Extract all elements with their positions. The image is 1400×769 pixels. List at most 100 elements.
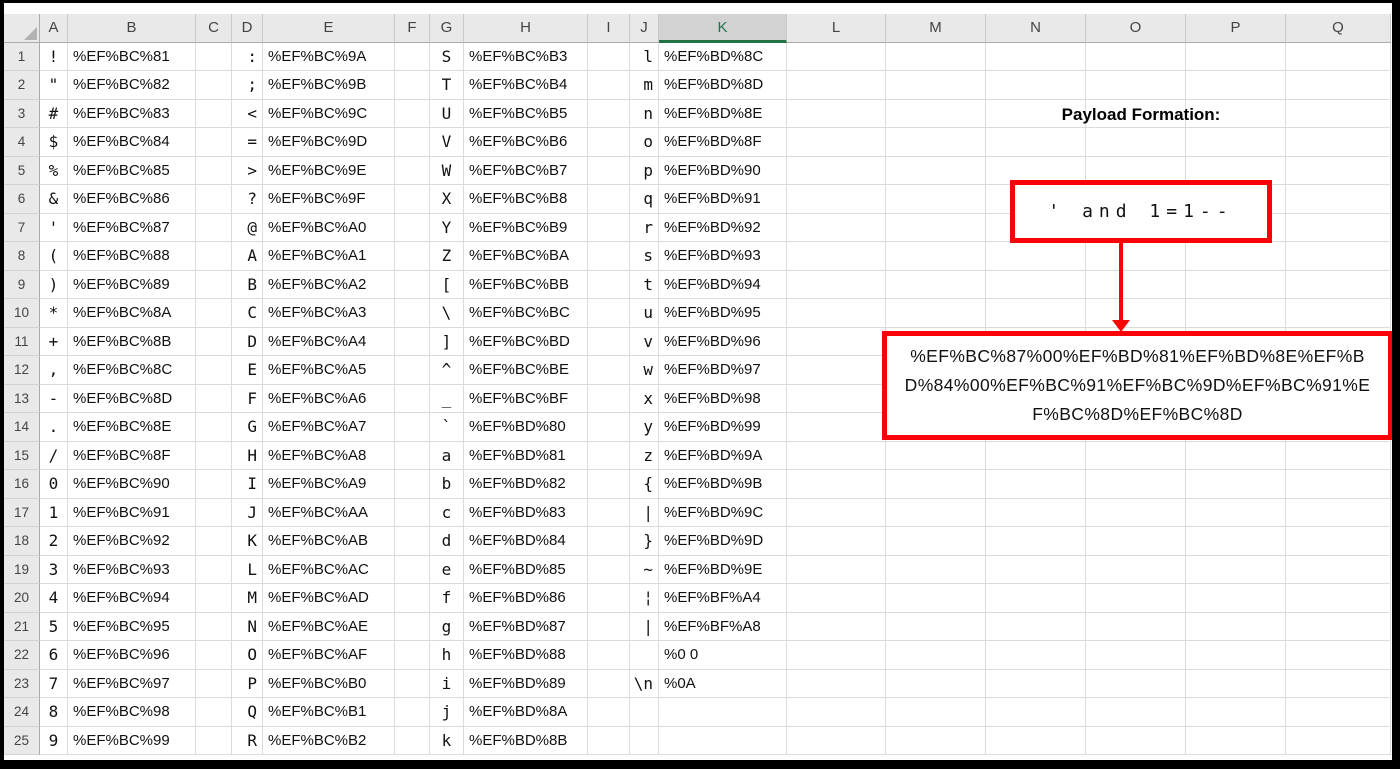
cell-E17[interactable]: %EF%BC%AA [263, 498, 395, 527]
cell-M8[interactable] [886, 242, 986, 271]
cell-M20[interactable] [886, 584, 986, 613]
cell-B25[interactable]: %EF%BC%99 [68, 726, 196, 755]
column-header-L[interactable]: L [787, 14, 886, 43]
cell-N25[interactable] [986, 726, 1086, 755]
cell-D3[interactable]: < [232, 99, 263, 128]
cell-L10[interactable] [787, 299, 886, 328]
cell-Q7[interactable] [1286, 213, 1391, 242]
cell-C12[interactable] [196, 356, 232, 385]
cell-J11[interactable]: v [630, 327, 659, 356]
cell-F9[interactable] [395, 270, 430, 299]
cell-J20[interactable]: ¦ [630, 584, 659, 613]
cell-C9[interactable] [196, 270, 232, 299]
cell-L23[interactable] [787, 669, 886, 698]
cell-F12[interactable] [395, 356, 430, 385]
cell-M9[interactable] [886, 270, 986, 299]
cell-J25[interactable] [630, 726, 659, 755]
cell-A11[interactable]: + [40, 327, 68, 356]
cell-J10[interactable]: u [630, 299, 659, 328]
row-header-10[interactable]: 10 [4, 299, 40, 328]
cell-K13[interactable]: %EF%BD%98 [659, 384, 787, 413]
cell-I12[interactable] [588, 356, 630, 385]
cell-D20[interactable]: M [232, 584, 263, 613]
cell-M23[interactable] [886, 669, 986, 698]
cell-G19[interactable]: e [430, 555, 464, 584]
cell-E15[interactable]: %EF%BC%A8 [263, 441, 395, 470]
cell-E20[interactable]: %EF%BC%AD [263, 584, 395, 613]
cell-C24[interactable] [196, 698, 232, 727]
cell-P16[interactable] [1186, 470, 1286, 499]
row-header-25[interactable]: 25 [4, 726, 40, 755]
cell-O18[interactable] [1086, 527, 1186, 556]
cell-J17[interactable]: | [630, 498, 659, 527]
cell-C5[interactable] [196, 156, 232, 185]
column-header-K[interactable]: K [659, 14, 787, 43]
cell-C17[interactable] [196, 498, 232, 527]
cell-Q19[interactable] [1286, 555, 1391, 584]
cell-I25[interactable] [588, 726, 630, 755]
cell-H5[interactable]: %EF%BC%B7 [464, 156, 588, 185]
cell-L20[interactable] [787, 584, 886, 613]
cell-L6[interactable] [787, 185, 886, 214]
column-header-O[interactable]: O [1086, 14, 1186, 43]
cell-E9[interactable]: %EF%BC%A2 [263, 270, 395, 299]
cell-N9[interactable] [986, 270, 1086, 299]
cell-B15[interactable]: %EF%BC%8F [68, 441, 196, 470]
cell-O17[interactable] [1086, 498, 1186, 527]
cell-E19[interactable]: %EF%BC%AC [263, 555, 395, 584]
cell-P8[interactable] [1186, 242, 1286, 271]
column-header-Q[interactable]: Q [1286, 14, 1391, 43]
cell-A19[interactable]: 3 [40, 555, 68, 584]
cell-F24[interactable] [395, 698, 430, 727]
cell-I17[interactable] [588, 498, 630, 527]
cell-E4[interactable]: %EF%BC%9D [263, 128, 395, 157]
cell-K1[interactable]: %EF%BD%8C [659, 42, 787, 71]
cell-O21[interactable] [1086, 612, 1186, 641]
cell-I16[interactable] [588, 470, 630, 499]
row-header-23[interactable]: 23 [4, 669, 40, 698]
cell-G8[interactable]: Z [430, 242, 464, 271]
cell-K15[interactable]: %EF%BD%9A [659, 441, 787, 470]
cell-C4[interactable] [196, 128, 232, 157]
cell-M18[interactable] [886, 527, 986, 556]
row-header-12[interactable]: 12 [4, 356, 40, 385]
cell-G18[interactable]: d [430, 527, 464, 556]
row-header-2[interactable]: 2 [4, 71, 40, 100]
cell-Q5[interactable] [1286, 156, 1391, 185]
cell-E1[interactable]: %EF%BC%9A [263, 42, 395, 71]
cell-B23[interactable]: %EF%BC%97 [68, 669, 196, 698]
cell-A15[interactable]: / [40, 441, 68, 470]
cell-N21[interactable] [986, 612, 1086, 641]
cell-F1[interactable] [395, 42, 430, 71]
cell-E11[interactable]: %EF%BC%A4 [263, 327, 395, 356]
cell-Q17[interactable] [1286, 498, 1391, 527]
cell-B18[interactable]: %EF%BC%92 [68, 527, 196, 556]
cell-A25[interactable]: 9 [40, 726, 68, 755]
cell-F13[interactable] [395, 384, 430, 413]
cell-O2[interactable] [1086, 71, 1186, 100]
cell-M1[interactable] [886, 42, 986, 71]
cell-P15[interactable] [1186, 441, 1286, 470]
cell-G7[interactable]: Y [430, 213, 464, 242]
cell-E23[interactable]: %EF%BC%B0 [263, 669, 395, 698]
select-all-button[interactable] [4, 14, 40, 43]
cell-L13[interactable] [787, 384, 886, 413]
cell-K21[interactable]: %EF%BF%A8 [659, 612, 787, 641]
cell-E13[interactable]: %EF%BC%A6 [263, 384, 395, 413]
cell-C3[interactable] [196, 99, 232, 128]
cell-J6[interactable]: q [630, 185, 659, 214]
cell-F6[interactable] [395, 185, 430, 214]
cell-F5[interactable] [395, 156, 430, 185]
cell-G6[interactable]: X [430, 185, 464, 214]
cell-G16[interactable]: b [430, 470, 464, 499]
cell-F7[interactable] [395, 213, 430, 242]
row-header-6[interactable]: 6 [4, 185, 40, 214]
cell-M17[interactable] [886, 498, 986, 527]
row-header-20[interactable]: 20 [4, 584, 40, 613]
cell-H23[interactable]: %EF%BD%89 [464, 669, 588, 698]
cell-K7[interactable]: %EF%BD%92 [659, 213, 787, 242]
cell-I20[interactable] [588, 584, 630, 613]
cell-P24[interactable] [1186, 698, 1286, 727]
cell-D24[interactable]: Q [232, 698, 263, 727]
cell-L7[interactable] [787, 213, 886, 242]
